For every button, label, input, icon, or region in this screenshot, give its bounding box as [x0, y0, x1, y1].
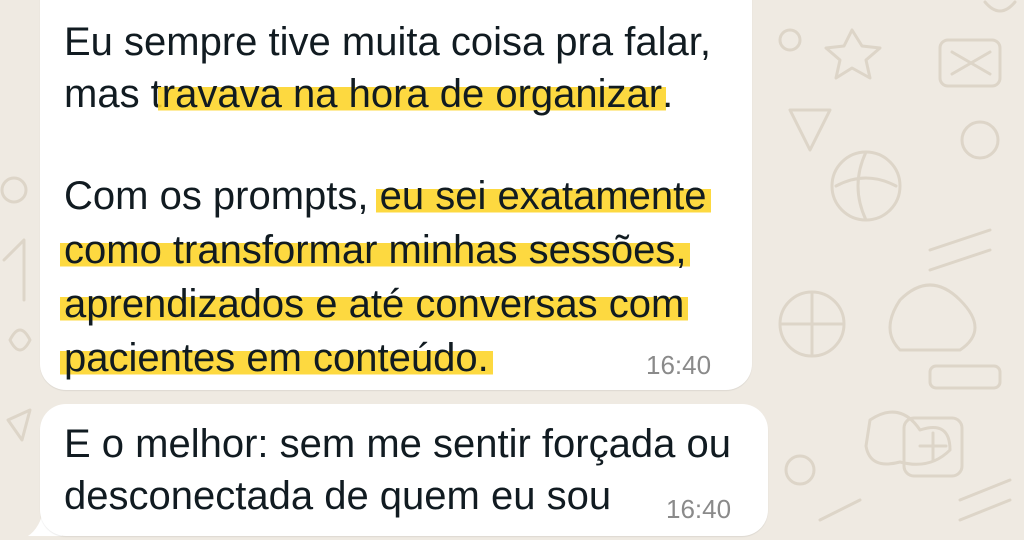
message-1-timestamp: 16:40 — [646, 350, 712, 380]
highlighted-text: ravava na hora de organizar — [157, 72, 667, 116]
message-text: E o melhor: sem me sentir forçada ou — [64, 422, 731, 466]
message-1-line-6: pacientes em conteúdo. — [60, 334, 493, 382]
message-text: Com os prompts, — [64, 174, 380, 218]
highlighted-text: pacientes em conteúdo. — [60, 336, 493, 380]
message-2-line-2: desconectada de quem eu sou — [64, 472, 611, 520]
message-1-line-3: Com os prompts, eu sei exatamente — [64, 172, 711, 220]
message-2-timestamp: 16:40 — [666, 494, 732, 524]
message-1-line-4: como transformar minhas sessões, — [60, 226, 691, 274]
message-1-line-2: mas travava na hora de organizar. — [64, 70, 673, 118]
message-text: desconectada de quem eu sou — [64, 474, 612, 518]
highlighted-text: como transformar minhas sessões, — [60, 228, 691, 272]
highlighted-text: aprendizados e até conversas com — [60, 282, 689, 326]
highlighted-text: eu sei exatamente — [375, 174, 711, 218]
message-text: Eu sempre tive muita coisa pra falar, — [64, 20, 711, 64]
message-text: mas t — [64, 72, 162, 116]
message-text: . — [662, 72, 674, 116]
message-1-line-5: aprendizados e até conversas com — [60, 280, 689, 328]
message-2-line-1: E o melhor: sem me sentir forçada ou — [64, 420, 731, 468]
message-1-line-1: Eu sempre tive muita coisa pra falar, — [64, 18, 711, 66]
